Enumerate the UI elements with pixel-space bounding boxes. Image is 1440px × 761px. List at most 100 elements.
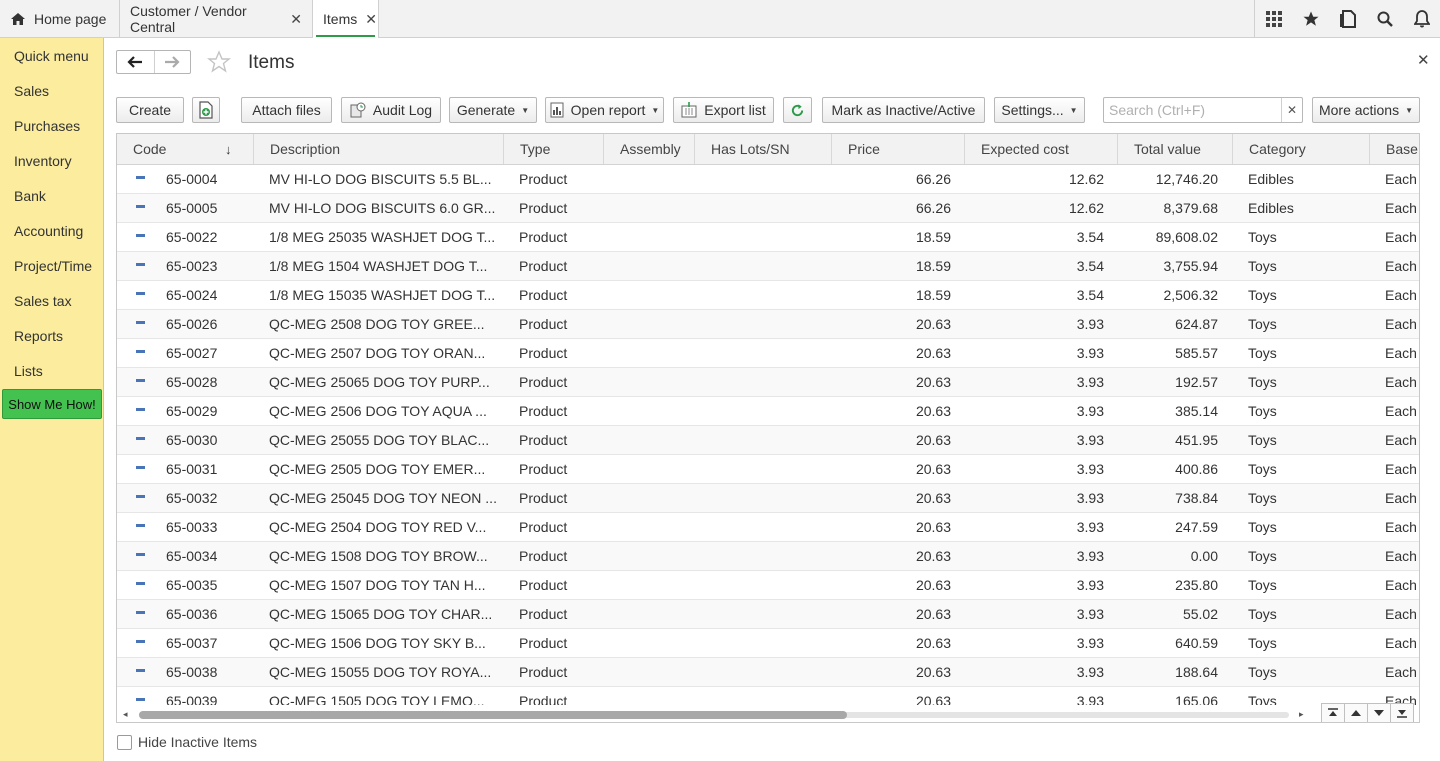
create-button[interactable]: Create [116,97,184,123]
table-row[interactable]: 65-0024 1/8 MEG 15035 WASHJET DOG T... Pro… [117,281,1419,310]
scroll-left-icon[interactable]: ◂ [123,709,128,720]
cell-total-value: 3,755.94 [1163,258,1219,274]
cell-has-lots-sn [710,629,830,657]
horizontal-scrollbar[interactable]: ◂ ▸ [117,706,1317,722]
page-up-button[interactable] [1344,703,1368,722]
column-header-total-value[interactable]: Total value [1118,134,1233,164]
search-input[interactable] [1104,98,1282,122]
scroll-to-top-button[interactable] [1321,703,1345,722]
column-header-has-lots-sn[interactable]: Has Lots/SN [695,134,832,164]
column-header-base[interactable]: Base [1370,134,1419,164]
table-row[interactable]: 65-0039 QC-MEG 1505 DOG TOY LEMO... Produc… [117,687,1419,705]
table-row[interactable]: 65-0033 QC-MEG 2504 DOG TOY RED V... Produ… [117,513,1419,542]
apps-grid-icon[interactable] [1255,0,1292,38]
column-header-description[interactable]: Description [254,134,504,164]
export-list-button[interactable]: Export list [673,97,774,123]
table-row[interactable]: 65-0023 1/8 MEG 1504 WASHJET DOG T... Prod… [117,252,1419,281]
table-row[interactable]: 65-0036 QC-MEG 15065 DOG TOY CHAR... Produ… [117,600,1419,629]
column-header-code[interactable]: Code ↓ [117,134,254,164]
refresh-button[interactable] [783,97,812,123]
clear-search-icon[interactable]: ✕ [1281,98,1302,122]
cell-category: Edibles [1248,200,1294,216]
sidebar-item-inventory[interactable]: Inventory [14,153,72,169]
sidebar-item-purchases[interactable]: Purchases [14,118,80,134]
table-row[interactable]: 65-0031 QC-MEG 2505 DOG TOY EMER... Produc… [117,455,1419,484]
table-row[interactable]: 65-0004 MV HI-LO DOG BISCUITS 5.5 BL... Pr… [117,165,1419,194]
cell-category: Toys [1248,548,1277,564]
sidebar-item-lists[interactable]: Lists [14,363,43,379]
scrollbar-thumb[interactable] [139,711,847,719]
scroll-to-bottom-button[interactable] [1390,703,1414,722]
column-header-type[interactable]: Type [504,134,604,164]
sidebar-item-project-time[interactable]: Project/Time [14,258,92,274]
cell-base: Each [1385,229,1417,245]
sidebar-item-sales-tax[interactable]: Sales tax [14,293,72,309]
sort-descending-icon: ↓ [225,142,232,157]
table-row[interactable]: 65-0029 QC-MEG 2506 DOG TOY AQUA ... Produ… [117,397,1419,426]
sidebar-item-bank[interactable]: Bank [14,188,46,204]
scroll-right-icon[interactable]: ▸ [1299,709,1304,720]
column-header-assembly[interactable]: Assembly [604,134,695,164]
bell-icon[interactable] [1403,0,1440,38]
cell-has-lots-sn [710,252,830,280]
cell-type: Product [519,229,568,245]
column-header-price[interactable]: Price [832,134,965,164]
cell-code: 65-0030 [166,432,218,448]
table-row[interactable]: 65-0027 QC-MEG 2507 DOG TOY ORAN... Produc… [117,339,1419,368]
hide-inactive-label: Hide Inactive Items [138,734,258,750]
tab-home-label: Home page [34,11,107,27]
search-icon[interactable] [1366,0,1403,38]
cell-total-value: 738.84 [1175,490,1218,506]
item-type-icon [136,611,145,614]
table-row[interactable]: 65-0034 QC-MEG 1508 DOG TOY BROW... Produc… [117,542,1419,571]
favorite-star-icon[interactable] [206,50,232,77]
open-report-dropdown[interactable]: Open report ▼ [545,97,664,123]
table-row[interactable]: 65-0022 1/8 MEG 25035 WASHJET DOG T... Pro… [117,223,1419,252]
attach-files-button[interactable]: Attach files [241,97,332,123]
column-header-category[interactable]: Category [1233,134,1370,164]
settings-dropdown[interactable]: Settings... ▼ [994,97,1085,123]
item-type-icon [136,466,145,469]
sidebar-item-reports[interactable]: Reports [14,328,63,344]
table-row[interactable]: 65-0037 QC-MEG 1506 DOG TOY SKY B... Produ… [117,629,1419,658]
table-row[interactable]: 65-0038 QC-MEG 15055 DOG TOY ROYA... Produ… [117,658,1419,687]
cell-assembly [619,368,694,396]
close-form-icon[interactable]: ✕ [1417,51,1430,69]
more-actions-dropdown[interactable]: More actions ▼ [1312,97,1420,123]
table-row[interactable]: 65-0035 QC-MEG 1507 DOG TOY TAN H... Produ… [117,571,1419,600]
table-row[interactable]: 65-0028 QC-MEG 25065 DOG TOY PURP... Produ… [117,368,1419,397]
cell-base: Each [1385,606,1417,622]
forward-button[interactable] [153,51,191,73]
cell-price: 66.26 [915,171,951,187]
cell-base: Each [1385,461,1417,477]
copy-button[interactable] [192,97,220,123]
item-type-icon [136,553,145,556]
cell-has-lots-sn [710,281,830,309]
tab-customer-vendor-central[interactable]: Customer / Vendor Central ✕ [120,0,313,38]
generate-dropdown[interactable]: Generate ▼ [449,97,537,123]
mark-inactive-active-button[interactable]: Mark as Inactive/Active [822,97,985,123]
table-row[interactable]: 65-0032 QC-MEG 25045 DOG TOY NEON ... Prod… [117,484,1419,513]
tab-items[interactable]: Items ✕ [313,0,379,38]
table-row[interactable]: 65-0030 QC-MEG 25055 DOG TOY BLAC... Produ… [117,426,1419,455]
sidebar-item-quick-menu[interactable]: Quick menu [14,48,89,64]
sidebar-item-accounting[interactable]: Accounting [14,223,83,239]
show-me-how-button[interactable]: Show Me How! [2,389,102,419]
star-icon[interactable] [1292,0,1329,38]
cell-assembly [619,194,694,222]
table-row[interactable]: 65-0026 QC-MEG 2508 DOG TOY GREE... Produc… [117,310,1419,339]
hide-inactive-checkbox[interactable] [117,734,132,750]
close-tab-icon[interactable]: ✕ [365,11,377,28]
sidebar-item-sales[interactable]: Sales [14,83,49,99]
search-box: ✕ [1103,97,1303,123]
cell-total-value: 2,506.32 [1163,287,1219,303]
table-row[interactable]: 65-0005 MV HI-LO DOG BISCUITS 6.0 GR... Pr… [117,194,1419,223]
close-tab-icon[interactable]: ✕ [290,11,302,28]
page-down-button[interactable] [1367,703,1391,722]
back-button[interactable] [117,51,154,73]
history-icon[interactable] [1329,0,1366,38]
tab-home-page[interactable]: Home page [0,0,120,38]
audit-log-button[interactable]: Audit Log [341,97,441,123]
column-header-expected-cost[interactable]: Expected cost [965,134,1118,164]
cell-description: QC-MEG 25045 DOG TOY NEON ... [269,490,497,506]
